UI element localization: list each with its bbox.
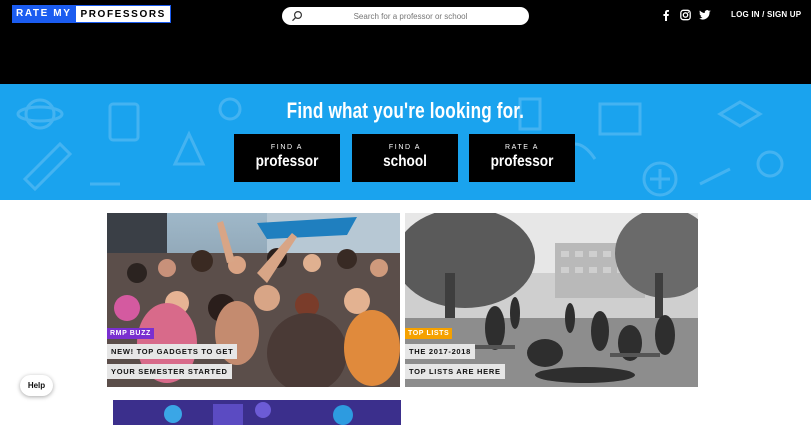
twitter-icon[interactable] (699, 9, 711, 21)
card-headline-line: THE 2017-2018 (405, 344, 476, 359)
cta-big-label: professor (490, 153, 554, 170)
logo-rate-my: RATE MY (12, 5, 76, 23)
campus-lawn-photo (405, 213, 698, 387)
search-input[interactable] (282, 7, 529, 25)
card-headline-line: TOP LISTS ARE HERE (405, 364, 505, 379)
third-article-card[interactable] (113, 400, 401, 425)
cta-big-label: school (383, 153, 427, 170)
cta-small-label: RATE A (505, 144, 539, 151)
cta-small-label: FIND A (270, 144, 304, 151)
find-professor-button[interactable]: FIND A professor (234, 134, 340, 182)
card-headline-line: NEW! TOP GADGETS TO GET (107, 344, 238, 359)
facebook-icon[interactable] (662, 9, 670, 21)
card-tag: TOP LISTS (405, 328, 453, 339)
search-bar[interactable] (282, 7, 529, 25)
rmp-buzz-card[interactable]: RMP BUZZ NEW! TOP GADGETS TO GET YOUR SE… (107, 213, 400, 387)
find-school-button[interactable]: FIND A school (352, 134, 458, 182)
top-header: RATE MY PROFESSORS LOG IN / SIGN UP (0, 0, 811, 84)
search-icon (292, 10, 303, 22)
logo-tail-left (14, 17, 19, 22)
cta-big-label: professor (255, 153, 319, 170)
cta-small-label: FIND A (388, 144, 422, 151)
login-signup-link[interactable]: LOG IN / SIGN UP (731, 10, 801, 19)
logo-tail-right (146, 17, 151, 22)
card-tag: RMP BUZZ (107, 328, 154, 339)
help-button[interactable]: Help (20, 375, 53, 396)
top-lists-card[interactable]: TOP LISTS THE 2017-2018 TOP LISTS ARE HE… (405, 213, 698, 387)
instagram-icon[interactable] (680, 9, 691, 21)
logo-professors: PROFESSORS (75, 5, 171, 23)
card-headline-line: YOUR SEMESTER STARTED (107, 364, 232, 379)
party-crowd-photo (107, 213, 400, 387)
article-photo (113, 400, 401, 425)
hero-title: Find what you're looking for. (286, 98, 525, 123)
hero-banner: Find what you're looking for. FIND A pro… (0, 84, 811, 200)
rate-professor-button[interactable]: RATE A professor (469, 134, 575, 182)
